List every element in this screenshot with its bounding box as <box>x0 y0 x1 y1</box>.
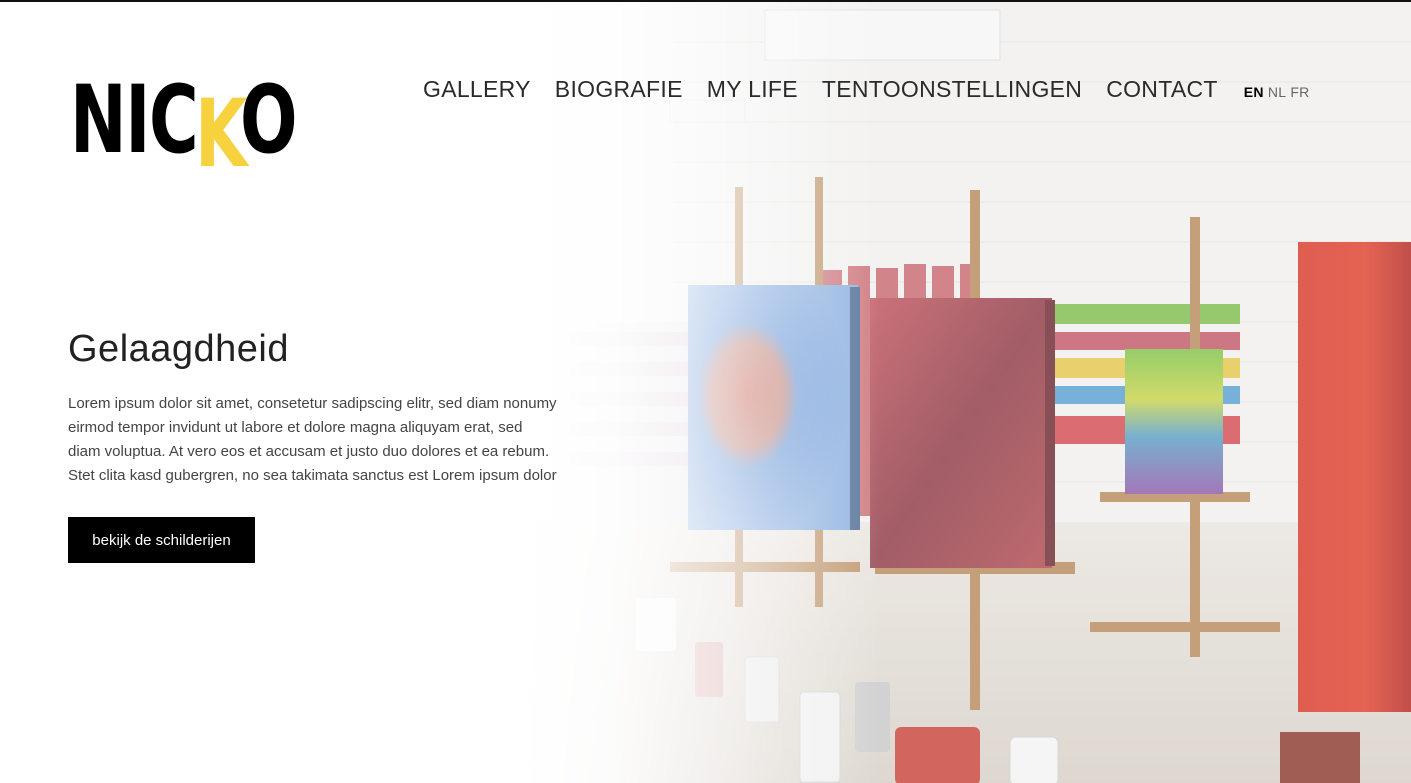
nav-item-gallery[interactable]: GALLERY <box>423 76 531 103</box>
view-paintings-button[interactable]: bekijk de schilderijen <box>68 517 255 563</box>
main-navigation: GALLERY BIOGRAFIE MY LIFE TENTOONSTELLIN… <box>423 76 1314 103</box>
language-en[interactable]: EN <box>1244 84 1264 100</box>
hero-description-line: diam voluptua. At vero eos et accusam et… <box>68 443 550 460</box>
language-nl[interactable]: NL <box>1268 84 1287 100</box>
logo-text-o: O <box>240 66 298 175</box>
logo-text-nic: NIC <box>70 66 199 175</box>
page: NIC K O GALLERY BIOGRAFIE MY LIFE TENTOO… <box>0 0 1411 783</box>
logo-text-k: K <box>195 80 247 189</box>
hero-description-line: eirmod tempor invidunt ut labore et dolo… <box>68 419 523 436</box>
nav-item-my-life[interactable]: MY LIFE <box>707 76 798 103</box>
studio-illustration <box>520 2 1411 783</box>
hero-description-line: Stet clita kasd gubergren, no sea takima… <box>68 467 557 484</box>
hero-background-image <box>520 2 1411 783</box>
nav-item-contact[interactable]: CONTACT <box>1106 76 1218 103</box>
hero-description: Lorem ipsum dolor sit amet, consetetur s… <box>68 392 598 488</box>
nav-item-biografie[interactable]: BIOGRAFIE <box>555 76 683 103</box>
nav-item-tentoonstellingen[interactable]: TENTOONSTELLINGEN <box>822 76 1082 103</box>
hero-title: Gelaagdheid <box>68 328 290 370</box>
language-switcher: EN NL FR <box>1244 84 1314 100</box>
site-logo[interactable]: NIC K O <box>70 74 300 184</box>
hero-description-line: Lorem ipsum dolor sit amet, consetetur s… <box>68 395 557 412</box>
language-fr[interactable]: FR <box>1290 84 1309 100</box>
